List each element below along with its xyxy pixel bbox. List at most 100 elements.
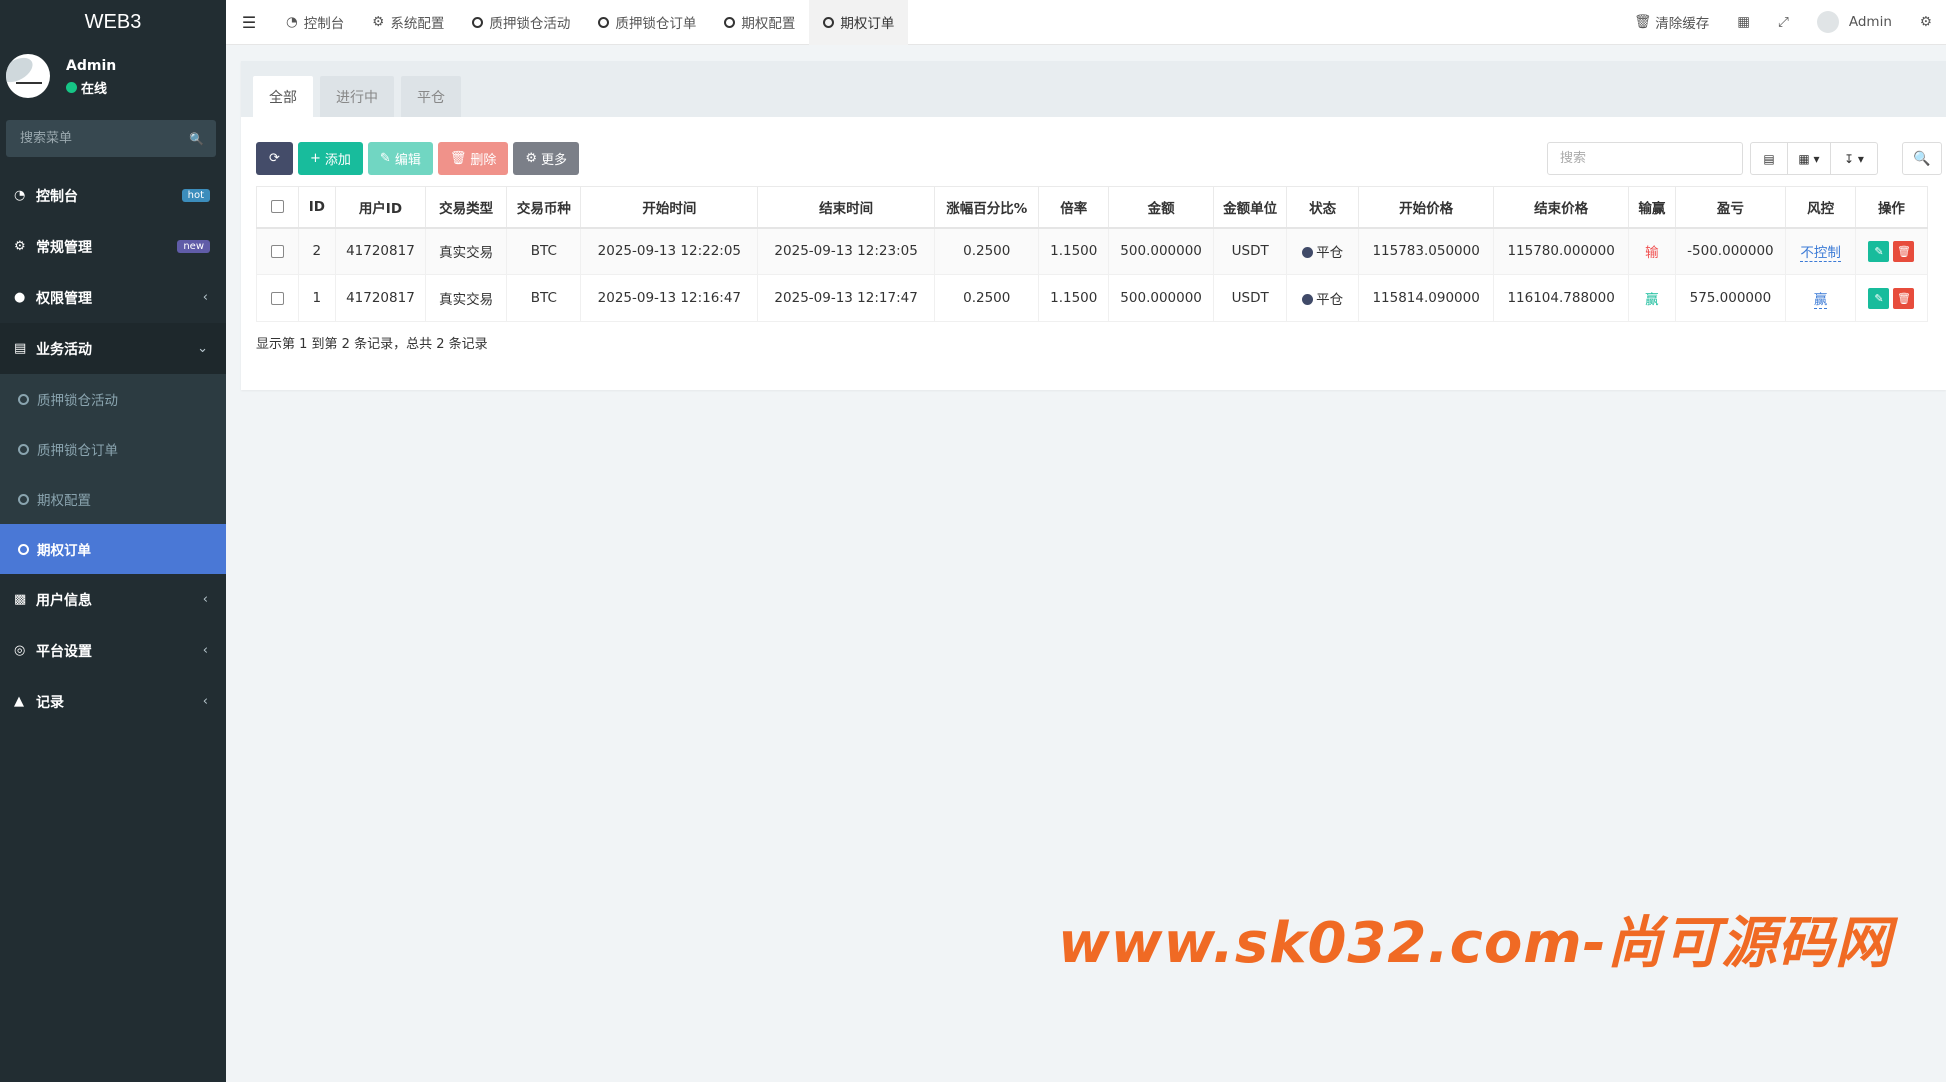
fullscreen-button[interactable]: ⤢: [1764, 14, 1803, 30]
column-header: 操作: [1854, 186, 1929, 229]
cell-result: 赢: [1628, 274, 1676, 322]
column-header[interactable]: 交易币种: [506, 186, 582, 229]
sidebar-menu: ◔ 控制台 hot ⚙ 常规管理 new ● 权限管理 ‹ ▤ 业务活动 ⌄ 质…: [0, 170, 226, 727]
tab-options-config[interactable]: 期权配置: [710, 0, 809, 45]
tab-label: 质押锁仓活动: [489, 16, 571, 32]
column-header[interactable]: 输赢: [1628, 186, 1676, 229]
table-row[interactable]: 1 41720817 真实交易 BTC 2025-09-13 12:16:47 …: [256, 274, 1929, 322]
edit-label: 编辑: [394, 153, 421, 168]
row-checkbox[interactable]: [270, 244, 284, 258]
export-button[interactable]: ↧ ▾: [1830, 142, 1878, 175]
clear-cache-label: 清除缓存: [1655, 16, 1710, 32]
status-dot-icon: [1302, 294, 1314, 305]
refresh-icon: ⟳: [269, 151, 280, 166]
column-header[interactable]: 涨幅百分比%: [934, 186, 1040, 229]
sidebar-subitem-staking-orders[interactable]: 质押锁仓订单: [0, 424, 226, 474]
subitem-label: 期权配置: [37, 493, 91, 509]
add-button[interactable]: + 添加: [298, 142, 363, 175]
column-header[interactable]: 金额单位: [1213, 186, 1288, 229]
gear-icon: ⚙: [525, 151, 538, 166]
cell-rate: 1.1500: [1038, 274, 1110, 322]
menu-search-input[interactable]: [18, 130, 188, 147]
search-button[interactable]: 🔍: [1902, 142, 1942, 175]
cell-actions: ✎ 🗑: [1854, 227, 1929, 275]
column-header[interactable]: 用户ID: [334, 186, 427, 229]
circle-icon: [18, 393, 29, 405]
tab-all[interactable]: 全部: [253, 76, 313, 117]
search-icon[interactable]: 🔍: [189, 132, 204, 146]
row-delete-button[interactable]: 🗑: [1893, 240, 1915, 262]
cell-coin: BTC: [506, 227, 582, 275]
sidebar-item-label: 用户信息: [36, 592, 92, 609]
language-button[interactable]: ▦: [1723, 14, 1764, 30]
risk-link[interactable]: 赢: [1813, 292, 1828, 309]
online-dot-icon: [66, 82, 77, 93]
brand-logo[interactable]: WEB3: [0, 0, 226, 44]
new-badge: new: [177, 240, 210, 253]
row-edit-button[interactable]: ✎: [1868, 287, 1890, 309]
row-edit-button[interactable]: ✎: [1868, 240, 1890, 262]
trash-icon: 🗑: [449, 151, 467, 166]
sidebar-item-general[interactable]: ⚙ 常规管理 new: [0, 221, 226, 272]
tab-options-orders[interactable]: 期权订单: [809, 0, 909, 45]
tab-closed[interactable]: 平仓: [401, 76, 461, 117]
sidebar-item-permissions[interactable]: ● 权限管理 ‹: [0, 272, 226, 323]
settings-button[interactable]: ⚙: [1906, 14, 1946, 30]
select-all-checkbox[interactable]: [270, 200, 284, 214]
cell-pnl: -500.000000: [1674, 227, 1787, 275]
toggle-view-button[interactable]: ▤: [1750, 142, 1788, 175]
subitem-label: 期权订单: [37, 543, 91, 559]
more-button[interactable]: ⚙ 更多: [513, 142, 580, 175]
edit-button[interactable]: ✎ 编辑: [367, 142, 433, 175]
table-row[interactable]: 2 41720817 真实交易 BTC 2025-09-13 12:22:05 …: [256, 227, 1929, 275]
tab-dashboard[interactable]: ◔ 控制台: [272, 0, 358, 45]
admin-menu[interactable]: Admin: [1803, 11, 1906, 33]
cell-unit: USDT: [1213, 227, 1288, 275]
list-alt-icon: ▤: [14, 341, 27, 356]
delete-button[interactable]: 🗑 删除: [437, 142, 509, 175]
column-header[interactable]: 状态: [1286, 186, 1360, 229]
panel-tabs: 全部 进行中 平仓: [241, 61, 1946, 117]
column-header[interactable]: 倍率: [1038, 186, 1110, 229]
row-delete-button[interactable]: 🗑: [1893, 287, 1915, 309]
sidebar-subitem-options-orders[interactable]: 期权订单: [0, 524, 226, 574]
pencil-icon: ✎: [379, 151, 391, 166]
menu-toggle-icon[interactable]: ☰: [226, 13, 272, 32]
column-header[interactable]: 金额: [1108, 186, 1215, 229]
business-submenu: 质押锁仓活动 质押锁仓订单 期权配置 期权订单: [0, 374, 226, 574]
clear-cache-button[interactable]: 🗑 清除缓存: [1620, 12, 1723, 32]
cell-end-time: 2025-09-13 12:17:47: [757, 274, 936, 322]
table-search-input[interactable]: [1547, 142, 1743, 175]
column-header[interactable]: 开始时间: [580, 186, 759, 229]
column-header[interactable]: 盈亏: [1674, 186, 1787, 229]
sidebar-item-records[interactable]: ▲ 记录 ‹: [0, 676, 226, 727]
risk-link[interactable]: 不控制: [1800, 245, 1841, 263]
sidebar-item-dashboard[interactable]: ◔ 控制台 hot: [0, 170, 226, 221]
column-header[interactable]: 交易类型: [425, 186, 508, 229]
columns-button[interactable]: ▦ ▾: [1787, 142, 1831, 175]
tab-staking-orders[interactable]: 质押锁仓订单: [584, 0, 710, 45]
row-checkbox[interactable]: [270, 291, 284, 305]
tab-in-progress[interactable]: 进行中: [320, 76, 394, 117]
column-header[interactable]: 风控: [1785, 186, 1856, 229]
sidebar-subitem-staking-activity[interactable]: 质押锁仓活动: [0, 374, 226, 424]
cell-close-price: 116104.788000: [1493, 274, 1630, 322]
hot-badge: hot: [181, 189, 210, 202]
cell-coin: BTC: [506, 274, 582, 322]
download-icon: ↧ ▾: [1844, 151, 1864, 166]
tab-staking-activity[interactable]: 质押锁仓活动: [458, 0, 584, 45]
column-header[interactable]: 结束时间: [757, 186, 936, 229]
tab-system-config[interactable]: ⚙ 系统配置: [358, 0, 458, 45]
column-header[interactable]: 开始价格: [1358, 186, 1495, 229]
sidebar-subitem-options-config[interactable]: 期权配置: [0, 474, 226, 524]
cell-status: 平仓: [1286, 227, 1360, 275]
circle-icon: [18, 543, 29, 555]
row-actions: ✎ 🗑: [1868, 240, 1915, 262]
sidebar-item-user-info[interactable]: ▩ 用户信息 ‹: [0, 574, 226, 625]
column-header[interactable]: 结束价格: [1493, 186, 1630, 229]
sidebar-item-label: 控制台: [36, 188, 78, 205]
sidebar-item-platform-settings[interactable]: ◎ 平台设置 ‹: [0, 625, 226, 676]
column-header[interactable]: ID: [297, 186, 336, 229]
refresh-button[interactable]: ⟳: [256, 142, 293, 175]
sidebar-item-business[interactable]: ▤ 业务活动 ⌄: [0, 323, 226, 374]
